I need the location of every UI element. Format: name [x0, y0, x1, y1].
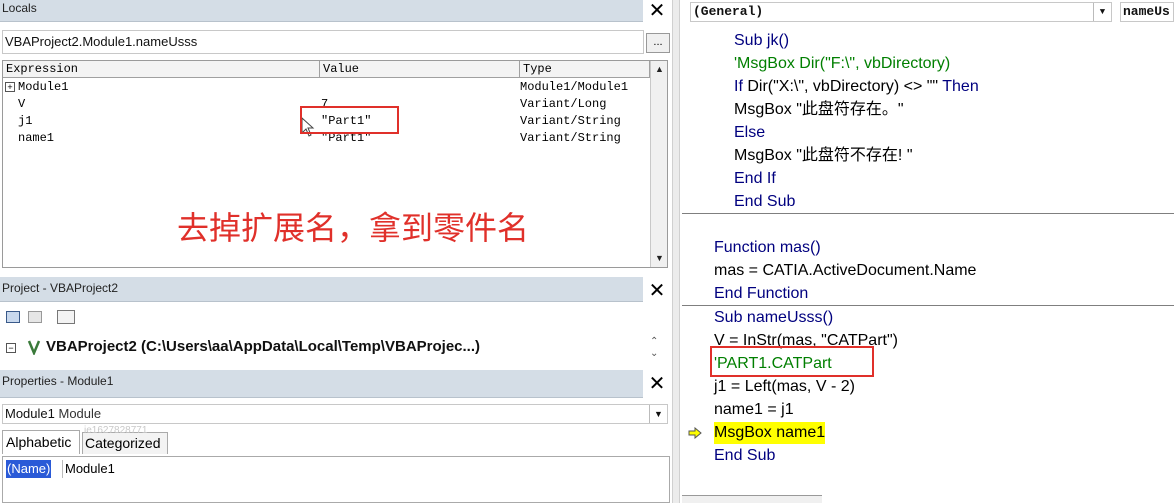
- locals-row-expr: name1: [18, 131, 55, 145]
- procedure-separator: [682, 305, 1174, 306]
- object-select[interactable]: Module1 Module ▼: [2, 404, 668, 424]
- locals-row-expr: Module1: [18, 80, 69, 94]
- code-line: End Sub: [734, 193, 796, 210]
- code-line: Sub nameUsss(): [714, 309, 834, 326]
- code-line: name1 = j1: [714, 401, 794, 418]
- project-tree-item[interactable]: VBAProject2 (C:\Users\aa\AppData\Local\T…: [46, 338, 480, 355]
- code-keyword-if: If: [734, 78, 743, 95]
- view-object-icon[interactable]: [28, 311, 42, 323]
- collapse-minus-icon[interactable]: −: [6, 343, 16, 353]
- execution-arrow-icon: [688, 427, 702, 439]
- locals-close-icon[interactable]: ✕: [647, 0, 667, 20]
- code-line: MsgBox "此盘符存在。": [734, 101, 904, 118]
- prop-value-cell[interactable]: Module1: [62, 460, 115, 478]
- comment-highlight-box: [710, 346, 874, 377]
- procedure-dropdown[interactable]: nameUs: [1120, 2, 1174, 22]
- locals-context-text: VBAProject2.Module1.nameUsss: [5, 34, 198, 49]
- code-bottom-bar: [682, 495, 822, 503]
- locals-context-button[interactable]: ...: [646, 33, 670, 53]
- chevron-down-icon[interactable]: ▼: [649, 405, 667, 423]
- code-line-current: MsgBox name1: [714, 422, 826, 444]
- watermark-text: ie1627828771: [84, 425, 148, 436]
- object-dropdown[interactable]: (General) ▼: [690, 2, 1112, 22]
- code-line: MsgBox "此盘符不存在! ": [734, 147, 913, 164]
- project-title: Project - VBAProject2: [2, 281, 119, 295]
- value-highlight-box: [300, 106, 399, 134]
- locals-context-button-label: ...: [653, 36, 663, 48]
- code-line: j1 = Left(mas, V - 2): [714, 378, 855, 395]
- tree-scroll-icon[interactable]: ⌃ ⌄: [650, 336, 658, 360]
- code-editor[interactable]: Sub jk() 'MsgBox Dir("F:\", vbDirectory)…: [682, 24, 1174, 503]
- locals-title: Locals: [2, 1, 37, 15]
- code-line: Sub jk(): [734, 32, 790, 49]
- locals-annotation: 去掉扩展名，拿到零件名: [177, 209, 530, 247]
- column-header-expression-label: Expression: [6, 62, 79, 76]
- column-header-type-label: Type: [523, 62, 552, 76]
- vba-project-icon: [27, 340, 41, 355]
- procedure-separator: [682, 213, 1174, 214]
- code-line: Function mas(): [714, 239, 821, 256]
- project-titlebar: Project - VBAProject2: [0, 277, 643, 302]
- properties-grid: (Name) Module1: [2, 456, 670, 503]
- tab-alphabetic[interactable]: Alphabetic: [2, 430, 80, 454]
- tab-alphabetic-label: Alphabetic: [6, 434, 72, 450]
- code-line: End Sub: [714, 447, 776, 464]
- locals-row-expr: j1: [18, 114, 33, 128]
- object-dropdown-text: (General): [693, 4, 764, 19]
- code-line: mas = CATIA.ActiveDocument.Name: [714, 262, 977, 279]
- code-if-condition: Dir("X:\", vbDirectory) <> "": [747, 78, 939, 95]
- view-code-icon[interactable]: [6, 311, 20, 323]
- code-keyword-then: Then: [942, 78, 979, 95]
- code-line: Else: [734, 124, 766, 141]
- project-toolbar: [2, 306, 80, 330]
- procedure-dropdown-text: nameUs: [1123, 4, 1170, 19]
- project-close-icon[interactable]: ✕: [647, 280, 667, 300]
- column-header-value[interactable]: Value: [320, 61, 520, 78]
- locals-context-field: VBAProject2.Module1.nameUsss: [2, 30, 644, 54]
- locals-row-type: Variant/String: [520, 114, 621, 128]
- properties-titlebar: Properties - Module1: [0, 370, 643, 398]
- toggle-folders-icon[interactable]: [57, 310, 75, 324]
- scroll-up-icon[interactable]: ▲: [651, 61, 668, 78]
- code-line: End If: [734, 170, 776, 187]
- properties-title: Properties - Module1: [2, 374, 114, 388]
- scroll-down-icon[interactable]: ▼: [651, 250, 668, 267]
- locals-row-type: Variant/String: [520, 131, 621, 145]
- properties-close-icon[interactable]: ✕: [647, 373, 667, 393]
- column-header-expression[interactable]: Expression: [3, 61, 320, 78]
- locals-scrollbar[interactable]: ▲ ▼: [650, 61, 667, 267]
- project-tree: − VBAProject2 (C:\Users\aa\AppData\Local…: [2, 334, 670, 366]
- tab-categorized-label: Categorized: [85, 435, 161, 451]
- object-select-type: Module: [58, 406, 102, 421]
- locals-grid: Expression Value Type + Module1 Module1/…: [2, 60, 668, 268]
- column-header-type[interactable]: Type: [520, 61, 650, 78]
- locals-row-expr: V: [18, 97, 26, 111]
- object-select-name: Module1: [5, 406, 55, 421]
- locals-titlebar: Locals: [0, 0, 643, 22]
- chevron-down-icon[interactable]: ▼: [1093, 3, 1111, 21]
- prop-name-cell[interactable]: (Name): [6, 460, 52, 478]
- code-line: 'MsgBox Dir("F:\", vbDirectory): [734, 55, 951, 72]
- code-line: End Function: [714, 285, 809, 302]
- expand-plus-icon[interactable]: +: [5, 82, 15, 92]
- locals-row-type: Module1/Module1: [520, 80, 629, 94]
- column-header-value-label: Value: [323, 62, 360, 76]
- code-line: If Dir("X:\", vbDirectory) <> "" Then: [734, 76, 979, 98]
- pane-splitter[interactable]: [672, 0, 680, 503]
- locals-row-type: Variant/Long: [520, 97, 607, 111]
